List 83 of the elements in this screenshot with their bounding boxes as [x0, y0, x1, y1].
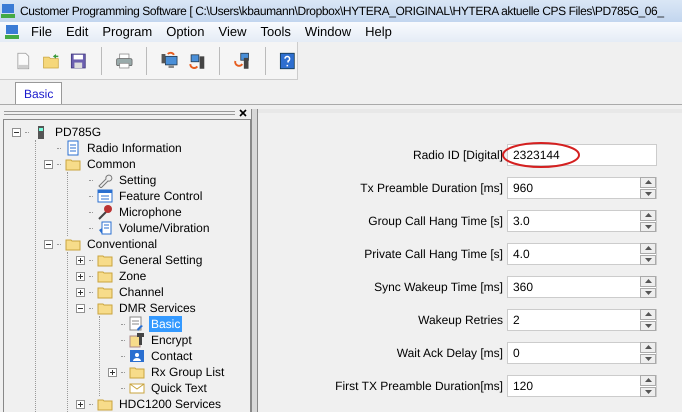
- tree-item[interactable]: Encrypt: [149, 332, 194, 348]
- down-arrow-icon[interactable]: [644, 192, 652, 196]
- document-icon: [65, 140, 81, 156]
- tree-item[interactable]: Microphone: [117, 204, 184, 220]
- down-arrow-icon[interactable]: [644, 224, 652, 229]
- collapse-icon[interactable]: [44, 240, 53, 248]
- spin-buttons[interactable]: [640, 243, 656, 265]
- app-icon[interactable]: [4, 24, 20, 40]
- tree-item[interactable]: Common: [85, 156, 138, 172]
- tree-item[interactable]: PD785G: [53, 124, 104, 140]
- up-arrow-icon[interactable]: [644, 180, 652, 184]
- down-arrow-icon[interactable]: [644, 390, 652, 394]
- menu-item[interactable]: Edit: [58, 22, 96, 42]
- tab[interactable]: Basic: [15, 82, 62, 104]
- field-label: Sync Wakeup Time [ms]: [373, 279, 504, 296]
- spin-field[interactable]: 3.0: [507, 210, 657, 232]
- tree-item[interactable]: Quick Text: [149, 380, 209, 396]
- microphone-icon: [97, 204, 113, 220]
- up-arrow-icon[interactable]: [644, 312, 652, 316]
- up-arrow-icon[interactable]: [644, 246, 652, 250]
- window-title: Customer Programming Software [ C:\Users\kbaumann\Dropbox\HYTERA_ORIGINAL\HYTERA aktuelle CPS Files\PD785G_06_: [20, 3, 664, 20]
- tree-item[interactable]: Feature Control: [117, 188, 204, 204]
- up-arrow-icon[interactable]: [644, 378, 652, 382]
- tree-item[interactable]: HDC1200 Services: [117, 396, 224, 412]
- collapse-icon[interactable]: [76, 304, 85, 312]
- collapse-icon[interactable]: [44, 160, 53, 168]
- up-arrow-icon[interactable]: [644, 213, 652, 218]
- spin-field[interactable]: 0: [507, 342, 657, 364]
- tree-item[interactable]: Rx Group List: [149, 364, 226, 380]
- menu-item[interactable]: Option: [159, 22, 212, 42]
- field-label: Wait Ack Delay [ms]: [396, 345, 504, 362]
- contact-card-icon: [129, 348, 145, 364]
- tree-item[interactable]: DMR Services: [117, 300, 198, 316]
- tree-item[interactable]: General Setting: [117, 252, 204, 268]
- key-icon: [129, 332, 145, 348]
- menu-item[interactable]: File: [24, 22, 59, 42]
- tree-item[interactable]: Contact: [149, 348, 194, 364]
- menu-item[interactable]: Help: [358, 22, 399, 42]
- tree-item[interactable]: Zone: [117, 268, 148, 284]
- field-label: Tx Preamble Duration [ms]: [359, 180, 504, 197]
- menu-item[interactable]: Tools: [253, 22, 298, 42]
- expand-icon[interactable]: [76, 400, 85, 408]
- field-label: Wakeup Retries: [417, 312, 504, 329]
- spin-field[interactable]: 2: [507, 309, 657, 331]
- menu-item[interactable]: View: [212, 22, 254, 42]
- menu-item[interactable]: Program: [95, 22, 160, 42]
- field-label: Group Call Hang Time [s]: [367, 213, 504, 230]
- down-arrow-icon[interactable]: [644, 324, 652, 328]
- expand-icon[interactable]: [76, 288, 85, 296]
- expand-icon[interactable]: [76, 272, 85, 280]
- speaker-icon: [97, 220, 113, 236]
- spin-buttons[interactable]: [640, 210, 656, 232]
- expand-icon[interactable]: [108, 368, 117, 376]
- field-label: Radio ID [Digital]: [412, 147, 504, 164]
- expand-icon[interactable]: [76, 256, 85, 264]
- field-label: First TX Preamble Duration[ms]: [334, 378, 504, 395]
- spin-field[interactable]: 4.0: [507, 243, 657, 265]
- tree-item[interactable]: Volume/Vibration: [117, 220, 212, 236]
- spin-field[interactable]: 960: [507, 177, 657, 199]
- wrench-icon: [97, 172, 113, 188]
- spin-buttons[interactable]: [640, 375, 656, 397]
- app-icon: [0, 3, 16, 19]
- tree-item[interactable]: Channel: [117, 284, 166, 300]
- menu-item[interactable]: Window: [298, 22, 358, 42]
- spin-field[interactable]: 360: [507, 276, 657, 298]
- up-arrow-icon[interactable]: [644, 345, 652, 350]
- spin-buttons[interactable]: [640, 342, 656, 364]
- field-label: Private Call Hang Time [s]: [363, 246, 504, 263]
- edit-document-icon: [129, 316, 145, 332]
- tree-item[interactable]: Setting: [117, 172, 158, 188]
- down-arrow-icon[interactable]: [644, 356, 652, 361]
- tree-item[interactable]: Radio Information: [85, 140, 184, 156]
- spin-buttons[interactable]: [640, 309, 656, 331]
- down-arrow-icon[interactable]: [644, 290, 652, 295]
- list-icon: [97, 188, 113, 204]
- collapse-icon[interactable]: [12, 128, 21, 136]
- spin-buttons[interactable]: [640, 177, 656, 199]
- spin-field[interactable]: 120: [507, 375, 657, 397]
- tree-item[interactable]: Conventional: [85, 236, 160, 252]
- close-icon[interactable]: [239, 109, 247, 117]
- down-arrow-icon[interactable]: [644, 258, 652, 262]
- spin-buttons[interactable]: [640, 276, 656, 298]
- up-arrow-icon[interactable]: [644, 279, 652, 284]
